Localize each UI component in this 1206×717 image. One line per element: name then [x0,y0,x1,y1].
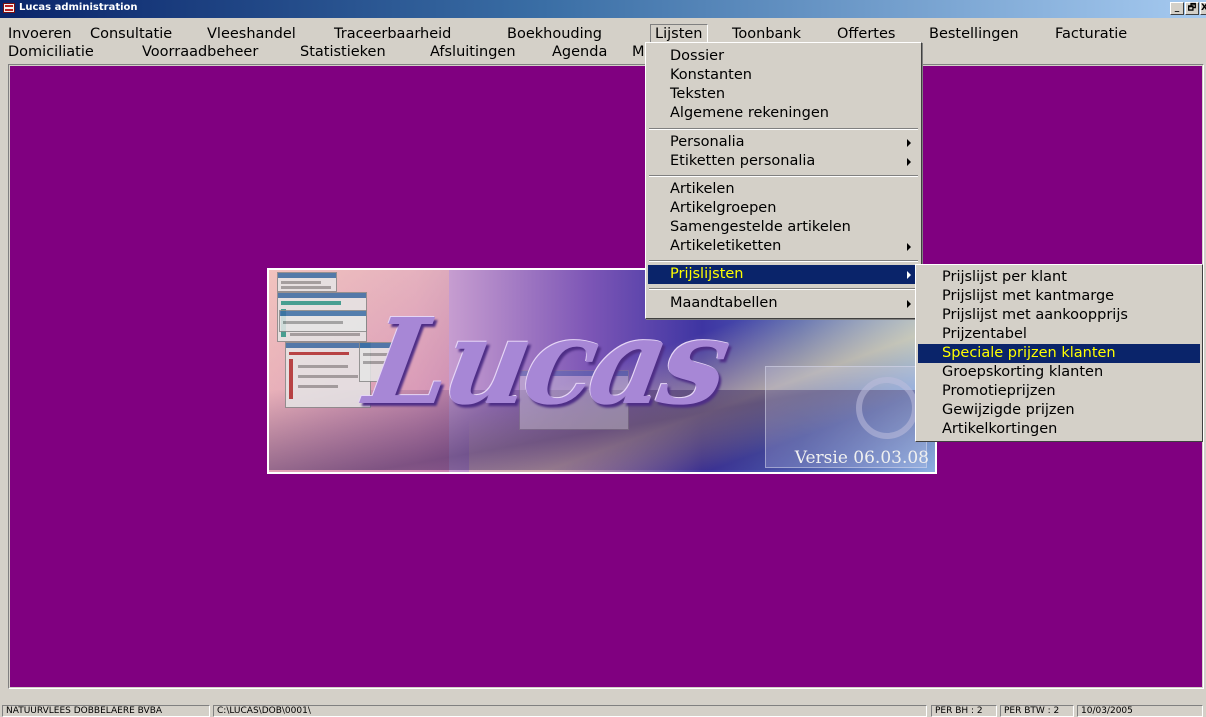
menu-afsluitingen[interactable]: Afsluitingen [426,42,520,62]
menu-domiciliatie[interactable]: Domiciliatie [4,42,98,62]
submenu-item-prijslijst-met-kantmarge[interactable]: Prijslijst met kantmarge [918,287,1200,306]
menu-traceerbaarheid[interactable]: Traceerbaarheid [330,24,455,44]
status-bar: NATUURVLEES DOBBELAERE BVBA C:\LUCAS\DOB… [0,689,1206,717]
menu-separator [649,128,918,130]
menu-bar: Invoeren Consultatie Vleeshandel Traceer… [0,18,1206,64]
menu-item-prijslijsten[interactable]: Prijslijsten [648,265,919,284]
status-per-btw: PER BTW : 2 [1000,705,1074,717]
submenu-arrow-icon [907,139,911,147]
submenu-arrow-icon [907,158,911,166]
menu-boekhouding[interactable]: Boekhouding [503,24,606,44]
menu-separator [649,288,918,290]
restore-button[interactable]: 🗗 [1185,2,1199,15]
menu-item-teksten[interactable]: Teksten [648,85,919,104]
status-per-bh: PER BH : 2 [931,705,997,717]
menu-separator [649,260,918,262]
lijsten-dropdown-menu: Dossier Konstanten Teksten Algemene reke… [645,42,922,319]
submenu-item-artikelkortingen[interactable]: Artikelkortingen [918,420,1200,439]
submenu-item-promotieprijzen[interactable]: Promotieprijzen [918,382,1200,401]
menu-item-dossier[interactable]: Dossier [648,47,919,66]
menu-facturatie[interactable]: Facturatie [1051,24,1131,44]
prijslijsten-submenu: Prijslijst per klant Prijslijst met kant… [915,264,1203,442]
menu-item-maandtabellen[interactable]: Maandtabellen [648,294,919,313]
menu-item-algemene-rekeningen[interactable]: Algemene rekeningen [648,104,919,123]
menu-offertes[interactable]: Offertes [833,24,899,44]
menu-item-konstanten[interactable]: Konstanten [648,66,919,85]
submenu-item-prijslijst-met-aankoopprijs[interactable]: Prijslijst met aankoopprijs [918,306,1200,325]
screenshot-thumbnail [277,272,337,292]
menu-invoeren[interactable]: Invoeren [4,24,76,44]
menu-m-truncated[interactable]: M [628,42,646,62]
minimize-button[interactable]: _ [1170,2,1184,15]
menu-lijsten[interactable]: Lijsten [650,24,708,44]
version-label: Versie 06.03.08 [794,448,929,468]
menu-toonbank[interactable]: Toonbank [728,24,805,44]
status-company: NATUURVLEES DOBBELAERE BVBA [2,705,210,717]
screenshot-thumbnail [279,310,367,332]
menu-item-artikelgroepen[interactable]: Artikelgroepen [648,199,919,218]
menu-consultatie[interactable]: Consultatie [86,24,176,44]
menu-item-etiketten-personalia[interactable]: Etiketten personalia [648,152,919,171]
menu-item-artikeletiketten[interactable]: Artikeletiketten [648,237,919,256]
status-date: 10/03/2005 [1077,705,1203,717]
submenu-arrow-icon [907,243,911,251]
title-bar: Lucas administration _ 🗗 X [0,0,1206,18]
menu-voorraadbeheer[interactable]: Voorraadbeheer [138,42,262,62]
submenu-item-prijzentabel[interactable]: Prijzentabel [918,325,1200,344]
menu-separator [649,175,918,177]
status-path: C:\LUCAS\DOB\0001\ [213,705,927,717]
close-button[interactable]: X [1200,2,1206,15]
submenu-arrow-icon [907,300,911,308]
submenu-arrow-icon [907,271,911,279]
submenu-item-speciale-prijzen-klanten[interactable]: Speciale prijzen klanten [918,344,1200,363]
submenu-item-groepskorting-klanten[interactable]: Groepskorting klanten [918,363,1200,382]
menu-statistieken[interactable]: Statistieken [296,42,390,62]
menu-vleeshandel[interactable]: Vleeshandel [203,24,300,44]
submenu-item-gewijzigde-prijzen[interactable]: Gewijzigde prijzen [918,401,1200,420]
menu-item-samengestelde-artikelen[interactable]: Samengestelde artikelen [648,218,919,237]
menu-agenda[interactable]: Agenda [548,42,611,62]
window-title: Lucas administration [19,2,138,13]
menu-bestellingen[interactable]: Bestellingen [925,24,1023,44]
submenu-item-prijslijst-per-klant[interactable]: Prijslijst per klant [918,268,1200,287]
menu-item-personalia[interactable]: Personalia [648,133,919,152]
app-icon[interactable] [3,3,15,13]
menu-item-artikelen[interactable]: Artikelen [648,180,919,199]
